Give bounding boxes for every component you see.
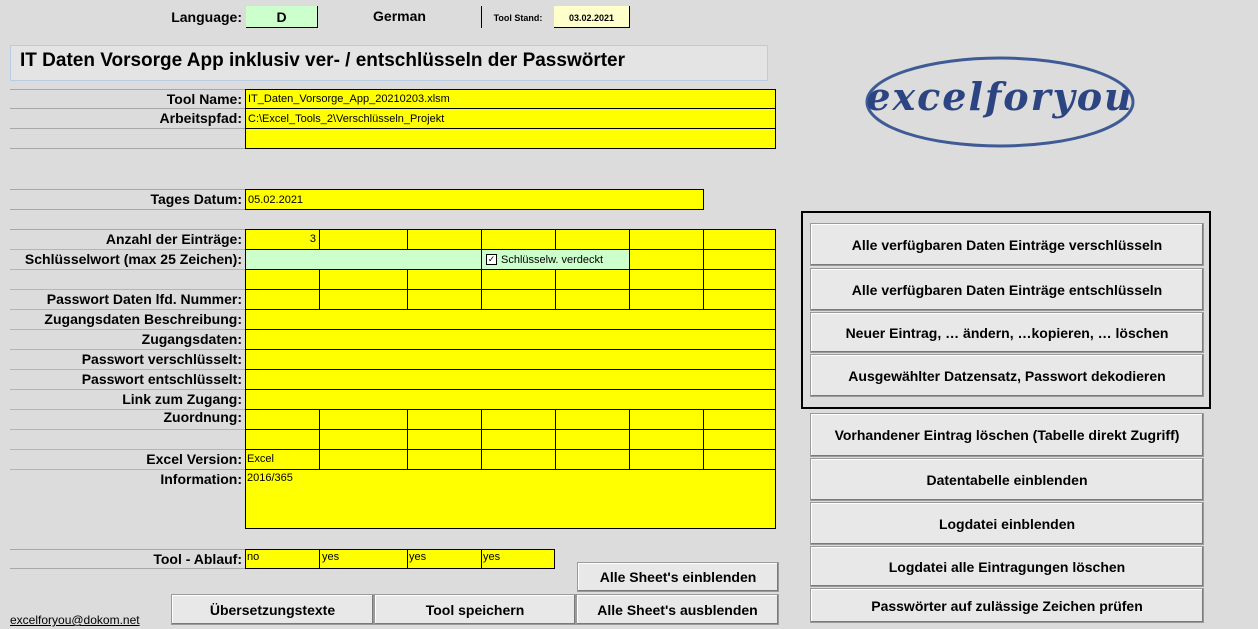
grid-line bbox=[245, 409, 776, 410]
label-separator bbox=[10, 329, 245, 330]
excelforyou-logo: excelforyou bbox=[863, 53, 1137, 151]
label-separator bbox=[10, 349, 245, 350]
email-link[interactable]: excelforyou@dokom.net bbox=[10, 612, 140, 628]
grid-line bbox=[245, 469, 776, 470]
delete-existing-entry-button[interactable]: Vorhandener Eintrag löschen (Tabelle dir… bbox=[810, 413, 1204, 457]
flow-value-1[interactable]: no bbox=[247, 551, 317, 563]
info-label: Information: bbox=[160, 471, 242, 487]
entry-count-value[interactable]: 3 bbox=[246, 230, 316, 249]
show-all-sheets-button[interactable]: Alle Sheet's einblenden bbox=[577, 562, 779, 592]
label-separator bbox=[10, 429, 245, 430]
date-label: Tages Datum: bbox=[150, 191, 242, 207]
grid-col-line bbox=[703, 409, 704, 469]
pw-encrypted-label: Passwort verschlüsselt: bbox=[81, 351, 242, 367]
translations-button[interactable]: Übersetzungstexte bbox=[171, 594, 374, 625]
label-separator bbox=[10, 389, 245, 390]
grid-col-line bbox=[319, 229, 320, 309]
label-separator bbox=[10, 369, 245, 370]
assign-label: Zuordnung: bbox=[163, 409, 242, 425]
label-separator bbox=[10, 409, 245, 410]
grid-line bbox=[245, 269, 776, 270]
grid-line bbox=[245, 329, 776, 330]
encrypt-all-button[interactable]: Alle verfügbaren Daten Einträge verschlü… bbox=[810, 223, 1204, 266]
key-label: Schlüsselwort (max 25 Zeichen): bbox=[24, 251, 242, 267]
grid-col-line bbox=[629, 409, 630, 469]
label-separator bbox=[10, 249, 245, 250]
grid-line bbox=[245, 389, 776, 390]
logo-text: excelforyou bbox=[866, 74, 1134, 119]
save-tool-button[interactable]: Tool speichern bbox=[374, 594, 576, 625]
grid-col-line bbox=[319, 549, 320, 569]
show-log-button[interactable]: Logdatei einblenden bbox=[810, 502, 1204, 545]
access-desc-label: Zugangsdaten Beschreibung: bbox=[44, 311, 242, 327]
label-separator bbox=[10, 269, 245, 270]
checkbox-icon[interactable]: ✓ bbox=[486, 254, 497, 265]
grid-col-line bbox=[629, 229, 630, 309]
language-name-cell: German bbox=[318, 6, 482, 28]
new-entry-button[interactable]: Neuer Eintrag, … ändern, …kopieren, … lö… bbox=[810, 312, 1204, 353]
flow-value-3[interactable]: yes bbox=[409, 551, 479, 563]
label-row-bg bbox=[10, 129, 245, 149]
page-title: IT Daten Vorsorge App inklusiv ver- / en… bbox=[20, 50, 626, 71]
grid-col-line bbox=[481, 409, 482, 469]
pw-number-label: Passwort Daten lfd. Nummer: bbox=[46, 291, 242, 307]
excel-version-value[interactable]: Excel 2016/365 bbox=[247, 450, 317, 484]
grid-col-line bbox=[407, 549, 408, 569]
tool-stand-date: 03.02.2021 bbox=[554, 6, 630, 28]
flow-label: Tool - Ablauf: bbox=[153, 551, 242, 567]
date-value[interactable]: 05.02.2021 bbox=[245, 189, 704, 210]
hide-key-checkbox-label: Schlüsselw. verdeckt bbox=[501, 253, 604, 266]
grid-col-line bbox=[481, 229, 482, 309]
hide-key-checkbox-cell[interactable]: ✓ Schlüsselw. verdeckt bbox=[482, 250, 629, 269]
grid-col-line bbox=[407, 409, 408, 469]
grid-line bbox=[245, 369, 776, 370]
label-separator bbox=[10, 309, 245, 310]
pw-decrypted-label: Passwort entschlüsselt: bbox=[81, 371, 242, 387]
flow-value-2[interactable]: yes bbox=[322, 551, 402, 563]
grid-col-line bbox=[555, 229, 556, 309]
label-separator bbox=[10, 289, 245, 290]
hide-all-sheets-button[interactable]: Alle Sheet's ausblenden bbox=[576, 594, 779, 625]
count-label: Anzahl der Einträge: bbox=[105, 231, 242, 247]
flow-value-4[interactable]: yes bbox=[483, 551, 553, 563]
language-label: Language: bbox=[171, 9, 242, 25]
language-code-cell[interactable]: D bbox=[246, 6, 318, 28]
grid-line bbox=[245, 289, 776, 290]
grid-col-line bbox=[319, 409, 320, 469]
path-value[interactable]: C:\Excel_Tools_2\Verschlüsseln_Projekt bbox=[246, 110, 775, 129]
decrypt-all-button[interactable]: Alle verfügbaren Daten Einträge entschlü… bbox=[810, 268, 1204, 311]
link-label: Link zum Zugang: bbox=[122, 391, 242, 407]
label-separator bbox=[10, 449, 245, 450]
tool-name-value[interactable]: IT_Daten_Vorsorge_App_20210203.xlsm bbox=[246, 90, 775, 109]
check-passwords-button[interactable]: Passwörter auf zulässige Zeichen prüfen bbox=[810, 588, 1204, 623]
key-input[interactable] bbox=[246, 250, 481, 269]
label-separator bbox=[10, 469, 245, 470]
tool-stand-label: Tool Stand: bbox=[493, 13, 543, 23]
grid-col-line bbox=[703, 229, 704, 309]
tool-name-label: Tool Name: bbox=[166, 91, 242, 107]
grid-col-line bbox=[555, 409, 556, 469]
grid-line bbox=[245, 449, 776, 450]
grid-line bbox=[245, 429, 776, 430]
grid-line bbox=[245, 309, 776, 310]
grid-col-line bbox=[407, 229, 408, 309]
show-data-table-button[interactable]: Datentabelle einblenden bbox=[810, 458, 1204, 501]
grid-col-line bbox=[481, 549, 482, 569]
excel-version-label: Excel Version: bbox=[146, 451, 242, 467]
grid-line bbox=[245, 349, 776, 350]
access-data-label: Zugangsdaten: bbox=[141, 331, 242, 347]
path-label: Arbeitspfad: bbox=[159, 110, 242, 126]
decode-selected-button[interactable]: Ausgewählter Datzensatz, Passwort dekodi… bbox=[810, 354, 1204, 397]
main-grid bbox=[245, 229, 776, 529]
clear-log-button[interactable]: Logdatei alle Eintragungen löschen bbox=[810, 546, 1204, 587]
